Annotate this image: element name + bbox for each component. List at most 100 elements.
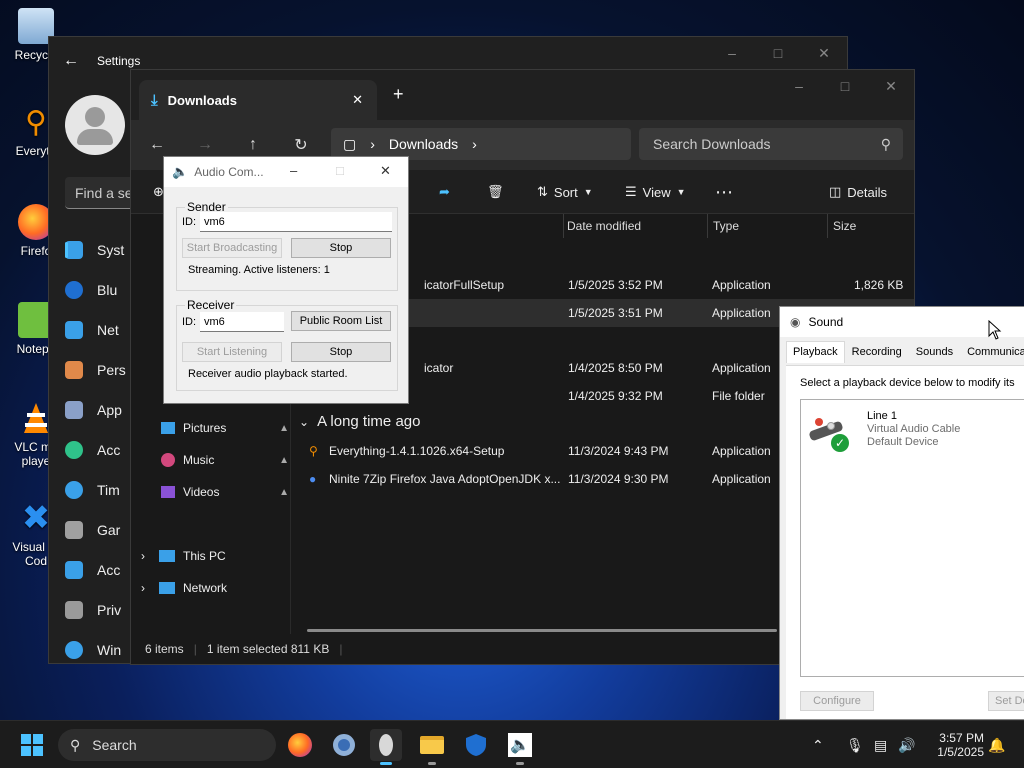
playback-instruction: Select a playback device below to modify…: [800, 377, 1015, 389]
windows-logo-icon: [21, 734, 43, 756]
network-icon: [159, 582, 175, 594]
accessibility-icon: [65, 561, 83, 579]
group-header-long-ago[interactable]: ⌄ A long time ago: [299, 413, 420, 430]
chevron-down-icon: ▼: [583, 187, 593, 197]
minimize-icon[interactable]: –: [290, 163, 297, 178]
tab-recording[interactable]: Recording: [845, 341, 909, 363]
clock[interactable]: 3:57 PM 1/5/2025: [924, 721, 984, 768]
start-listening-button[interactable]: Start Listening: [182, 342, 282, 362]
receiver-stop-button[interactable]: Stop: [291, 342, 391, 362]
taskbar-settings[interactable]: [328, 729, 360, 761]
view-icon: ☰: [625, 184, 637, 199]
start-broadcasting-button[interactable]: Start Broadcasting: [182, 238, 282, 258]
audio-communicator-window[interactable]: 🔈 Audio Com... – □ ✕ Sender ID: vm6 Star…: [163, 156, 409, 404]
volume-icon[interactable]: 🔊: [898, 721, 915, 768]
gear-icon: [333, 734, 355, 756]
search-input[interactable]: Search Downloads ⚲: [639, 128, 903, 160]
horizontal-scrollbar[interactable]: [307, 629, 777, 632]
tab-communication[interactable]: Communication: [960, 341, 1024, 363]
new-tab-icon[interactable]: +: [393, 84, 404, 105]
network-icon[interactable]: ▤: [874, 721, 887, 768]
sidebar-item-this-pc[interactable]: › This PC: [141, 542, 269, 570]
pc-icon: [159, 550, 175, 562]
public-room-list-button[interactable]: Public Room List: [291, 311, 391, 331]
maximize-icon[interactable]: □: [755, 37, 801, 69]
chevron-down-icon: ▼: [676, 187, 686, 197]
chevron-right-icon[interactable]: ›: [141, 581, 145, 595]
app-icon: [379, 734, 393, 756]
taskbar-security[interactable]: [460, 729, 492, 761]
taskbar-sound[interactable]: 🔈: [504, 729, 536, 765]
back-arrow-icon[interactable]: ←: [63, 52, 79, 70]
sender-id-input[interactable]: vm6: [200, 212, 392, 232]
chevron-up-icon: ⌃: [812, 736, 824, 753]
pictures-icon: [161, 422, 175, 434]
column-header-size[interactable]: Size: [833, 214, 856, 238]
close-icon[interactable]: ✕: [801, 37, 847, 69]
minimize-icon[interactable]: –: [709, 37, 755, 69]
firefox-icon: [288, 733, 312, 757]
maximize-icon[interactable]: □: [336, 163, 344, 178]
settings-title: Settings: [97, 54, 141, 68]
column-header-type[interactable]: Type: [713, 214, 739, 238]
gamepad-icon: [65, 521, 83, 539]
pin-icon: ▲: [279, 422, 289, 434]
update-icon: [65, 641, 83, 659]
sidebar-item-pictures[interactable]: Pictures ▲: [161, 414, 289, 442]
search-icon: ⚲: [880, 135, 891, 152]
videos-icon: [161, 486, 175, 498]
audio-cable-icon: ✓: [805, 408, 853, 452]
tab-sounds[interactable]: Sounds: [909, 341, 960, 363]
share-icon[interactable]: ➦: [439, 170, 450, 214]
more-options-icon[interactable]: ⋯: [715, 170, 733, 214]
maximize-icon[interactable]: □: [822, 70, 868, 102]
shield-icon: [466, 734, 486, 756]
taskbar-file-explorer[interactable]: [416, 729, 448, 765]
taskbar-audio-app[interactable]: [370, 729, 402, 765]
receiver-id-input[interactable]: vm6: [200, 312, 284, 332]
view-button[interactable]: ☰ View ▼: [625, 170, 686, 214]
receiver-status: Receiver audio playback started.: [188, 368, 348, 380]
device-list[interactable]: ✓ Line 1 Virtual Audio Cable Default Dev…: [800, 399, 1024, 677]
taskbar: ⚲ Search 🔈 ⌃ 🎙 ▤ 🔊 3:57 PM 1/5/2025 🔔: [0, 720, 1024, 768]
chevron-right-icon[interactable]: ›: [141, 549, 145, 563]
clock-icon: [65, 481, 83, 499]
shield-icon: [65, 601, 83, 619]
configure-button[interactable]: Configure: [800, 691, 874, 711]
start-button[interactable]: [16, 729, 48, 761]
wifi-icon: [65, 321, 83, 339]
breadcrumb[interactable]: Downloads: [389, 136, 458, 152]
notification-bell-icon[interactable]: 🔔: [988, 721, 1005, 768]
everything-search-icon: ⚲: [309, 444, 318, 458]
sound-dialog[interactable]: ◉ Sound Playback Recording Sounds Commun…: [779, 306, 1024, 720]
bluetooth-icon: [65, 281, 83, 299]
music-icon: [161, 453, 175, 467]
set-default-button[interactable]: Set De: [988, 691, 1024, 711]
speaker-icon: 🔈: [508, 733, 532, 757]
delete-icon[interactable]: 🗑: [487, 170, 504, 214]
speaker-icon: ◉: [790, 315, 801, 329]
sidebar-item-music[interactable]: Music ▲: [161, 446, 289, 474]
microphone-icon[interactable]: 🎙: [846, 721, 864, 768]
taskbar-search[interactable]: ⚲ Search: [58, 729, 276, 761]
close-icon[interactable]: ✕: [868, 70, 914, 102]
sidebar-item-network[interactable]: › Network: [141, 574, 269, 602]
sort-button[interactable]: ⇅ Sort ▼: [537, 170, 593, 214]
pc-icon: ▢: [343, 135, 357, 152]
apps-icon: [65, 401, 83, 419]
audio-titlebar: 🔈 Audio Com... – □ ✕: [164, 157, 408, 187]
tab-playback[interactable]: Playback: [786, 341, 845, 363]
minimize-icon[interactable]: –: [776, 70, 822, 102]
sound-tabs: Playback Recording Sounds Communication: [786, 341, 1024, 363]
tab-close-icon[interactable]: ✕: [352, 92, 363, 108]
pin-icon: ▲: [279, 454, 289, 466]
close-icon[interactable]: ✕: [380, 163, 391, 179]
speaker-icon: 🔈: [172, 164, 189, 179]
show-hidden-icons[interactable]: ⌃: [812, 721, 824, 768]
details-button[interactable]: ◫ Details: [829, 170, 887, 214]
sender-stop-button[interactable]: Stop: [291, 238, 391, 258]
column-header-date[interactable]: Date modified: [567, 214, 641, 238]
sidebar-item-videos[interactable]: Videos ▲: [161, 478, 289, 506]
tab-downloads[interactable]: ⤓ Downloads ✕: [139, 80, 377, 120]
taskbar-firefox[interactable]: [284, 729, 316, 761]
